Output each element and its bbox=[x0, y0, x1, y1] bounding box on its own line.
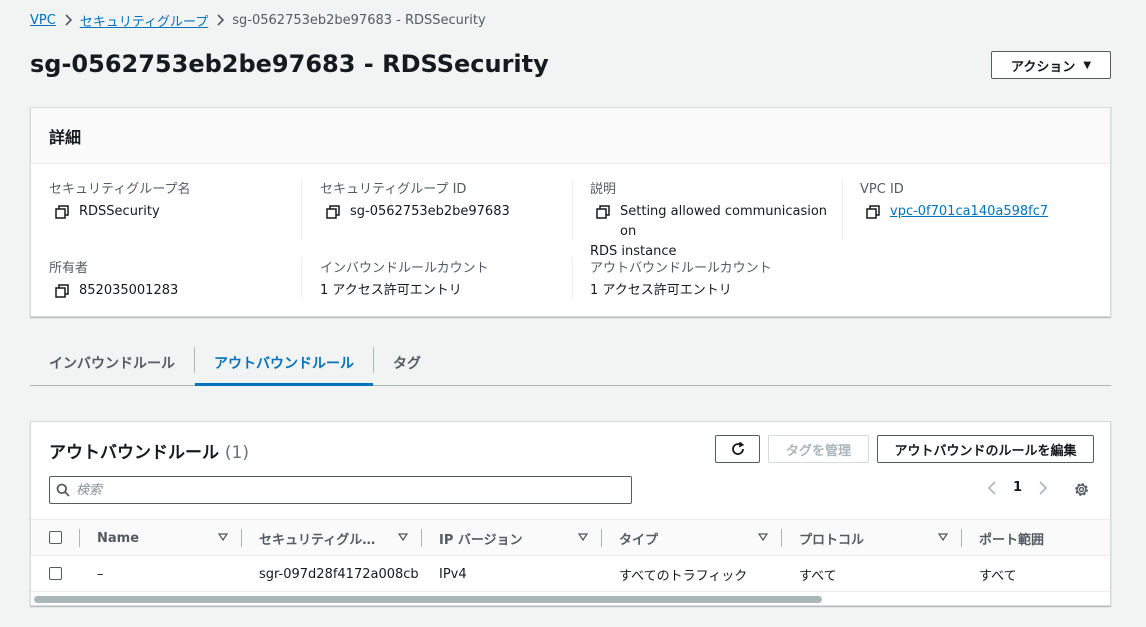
tab-list: インバウンドルール アウトバウンドルール タグ bbox=[30, 345, 1111, 386]
cell-ip-version: IPv4 bbox=[439, 566, 467, 582]
page-title: sg-0562753eb2be97683 - RDSSecurity bbox=[30, 50, 549, 78]
search-icon bbox=[56, 483, 70, 497]
column-divider bbox=[421, 529, 422, 547]
copy-icon[interactable] bbox=[55, 205, 69, 219]
breadcrumb-vpc-link[interactable]: VPC bbox=[30, 13, 56, 28]
vpc-id-link[interactable]: vpc-0f701ca140a598fc7 bbox=[890, 202, 1048, 222]
outbound-count-label: アウトバウンドルールカウント bbox=[590, 261, 772, 276]
scrollbar-thumb[interactable] bbox=[34, 596, 822, 603]
chevron-right-icon bbox=[64, 14, 72, 26]
sort-icon[interactable] bbox=[758, 532, 768, 542]
sort-icon[interactable] bbox=[218, 532, 228, 542]
cell-name: – bbox=[97, 566, 104, 582]
cell-port-range: すべて bbox=[979, 568, 1017, 584]
search-input[interactable] bbox=[76, 478, 631, 502]
sg-id-value: sg-0562753eb2be97683 bbox=[350, 204, 510, 219]
breadcrumb: VPC セキュリティグループ sg-0562753eb2be97683 - RD… bbox=[30, 11, 486, 30]
column-divider bbox=[241, 529, 242, 547]
pagination: 1 bbox=[987, 480, 1048, 495]
sg-name-value: RDSSecurity bbox=[79, 204, 160, 219]
column-divider bbox=[601, 529, 602, 547]
manage-tags-button[interactable]: タグを管理 bbox=[768, 435, 869, 463]
table-header: Name セキュリティグル… IP バージョン タイプ プロトコル ポート範囲 bbox=[31, 519, 1110, 556]
tab-tags[interactable]: タグ bbox=[374, 342, 440, 383]
details-panel: 詳細 セキュリティグループ名 RDSSecurity セキュリティグループ ID… bbox=[30, 107, 1111, 317]
owner-value: 852035001283 bbox=[79, 283, 179, 298]
details-header: 詳細 bbox=[31, 108, 1110, 164]
row-checkbox[interactable] bbox=[49, 567, 62, 580]
description-value-line2: RDS instance bbox=[590, 244, 677, 259]
column-divider bbox=[961, 529, 962, 547]
column-divider bbox=[301, 259, 302, 299]
column-divider bbox=[79, 529, 80, 547]
outbound-rules-panel: アウトバウンドルール (1) タグを管理 アウトバウンドのルールを編集 1 Na… bbox=[30, 421, 1111, 606]
gear-icon[interactable] bbox=[1073, 481, 1090, 498]
copy-icon[interactable] bbox=[326, 205, 340, 219]
owner-field: 所有者 852035001283 bbox=[49, 260, 178, 301]
inbound-count-value: 1 アクセス許可エントリ bbox=[320, 283, 462, 298]
description-label: 説明 bbox=[590, 182, 617, 197]
tab-outbound-rules[interactable]: アウトバウンドルール bbox=[195, 342, 373, 386]
chevron-left-icon[interactable] bbox=[987, 480, 997, 495]
sort-icon[interactable] bbox=[398, 532, 408, 542]
outbound-count-value: 1 アクセス許可エントリ bbox=[590, 283, 732, 298]
column-divider bbox=[301, 180, 302, 240]
cell-type: すべてのトラフィック bbox=[619, 568, 748, 584]
column-header-rule-id[interactable]: セキュリティグル… bbox=[259, 520, 375, 556]
breadcrumb-security-groups-link[interactable]: セキュリティグループ bbox=[80, 11, 208, 30]
copy-icon[interactable] bbox=[55, 284, 69, 298]
column-divider bbox=[572, 259, 573, 299]
column-divider bbox=[842, 180, 843, 240]
page-number[interactable]: 1 bbox=[1013, 480, 1022, 495]
owner-label: 所有者 bbox=[49, 261, 89, 276]
sort-icon[interactable] bbox=[578, 532, 588, 542]
table-row[interactable]: – sgr-097d28f4172a008cb IPv4 すべてのトラフィック … bbox=[31, 556, 1110, 592]
chevron-right-icon bbox=[216, 14, 225, 26]
rules-count: (1) bbox=[224, 443, 250, 463]
edit-outbound-rules-button[interactable]: アウトバウンドのルールを編集 bbox=[877, 435, 1094, 463]
sg-id-label: セキュリティグループ ID bbox=[320, 182, 467, 197]
sort-icon[interactable] bbox=[938, 532, 948, 542]
chevron-right-icon[interactable] bbox=[1038, 480, 1048, 495]
column-header-name[interactable]: Name bbox=[97, 520, 139, 556]
copy-icon[interactable] bbox=[596, 205, 610, 219]
select-all-checkbox[interactable] bbox=[49, 531, 62, 544]
breadcrumb-current: sg-0562753eb2be97683 - RDSSecurity bbox=[232, 12, 486, 28]
column-header-type[interactable]: タイプ bbox=[619, 520, 658, 556]
refresh-icon bbox=[731, 441, 744, 455]
cell-rule-id: sgr-097d28f4172a008cb bbox=[259, 566, 419, 582]
column-header-protocol[interactable]: プロトコル bbox=[799, 520, 864, 556]
sg-name-field: セキュリティグループ名 RDSSecurity bbox=[49, 181, 190, 222]
actions-dropdown-button[interactable]: アクション ▼ bbox=[991, 51, 1111, 79]
refresh-button[interactable] bbox=[715, 435, 760, 463]
vpc-id-label: VPC ID bbox=[860, 182, 904, 197]
rules-title-text: アウトバウンドルール bbox=[49, 443, 219, 463]
sg-id-field: セキュリティグループ ID sg-0562753eb2be97683 bbox=[320, 181, 510, 222]
caret-down-icon: ▼ bbox=[1083, 59, 1092, 71]
description-field: 説明 Setting allowed communicasion on RDS … bbox=[590, 181, 840, 262]
tab-inbound-rules[interactable]: インバウンドルール bbox=[30, 342, 194, 383]
horizontal-scrollbar[interactable] bbox=[31, 593, 1110, 605]
actions-button-label: アクション bbox=[1010, 59, 1076, 75]
inbound-count-label: インバウンドルールカウント bbox=[320, 261, 489, 276]
column-header-port-range[interactable]: ポート範囲 bbox=[979, 520, 1044, 556]
search-field[interactable] bbox=[49, 476, 632, 504]
inbound-count-field: インバウンドルールカウント 1 アクセス許可エントリ bbox=[320, 260, 489, 301]
outbound-count-field: アウトバウンドルールカウント 1 アクセス許可エントリ bbox=[590, 260, 772, 301]
copy-icon[interactable] bbox=[866, 205, 880, 219]
column-header-ip-version[interactable]: IP バージョン bbox=[439, 520, 523, 556]
vpc-id-field: VPC ID vpc-0f701ca140a598fc7 bbox=[860, 181, 1048, 222]
column-divider bbox=[572, 180, 573, 240]
description-value-line1: Setting allowed communicasion on bbox=[620, 204, 828, 239]
sg-name-label: セキュリティグループ名 bbox=[49, 182, 191, 197]
column-divider bbox=[781, 529, 782, 547]
cell-protocol: すべて bbox=[799, 568, 837, 584]
rules-title: アウトバウンドルール (1) bbox=[49, 438, 249, 463]
